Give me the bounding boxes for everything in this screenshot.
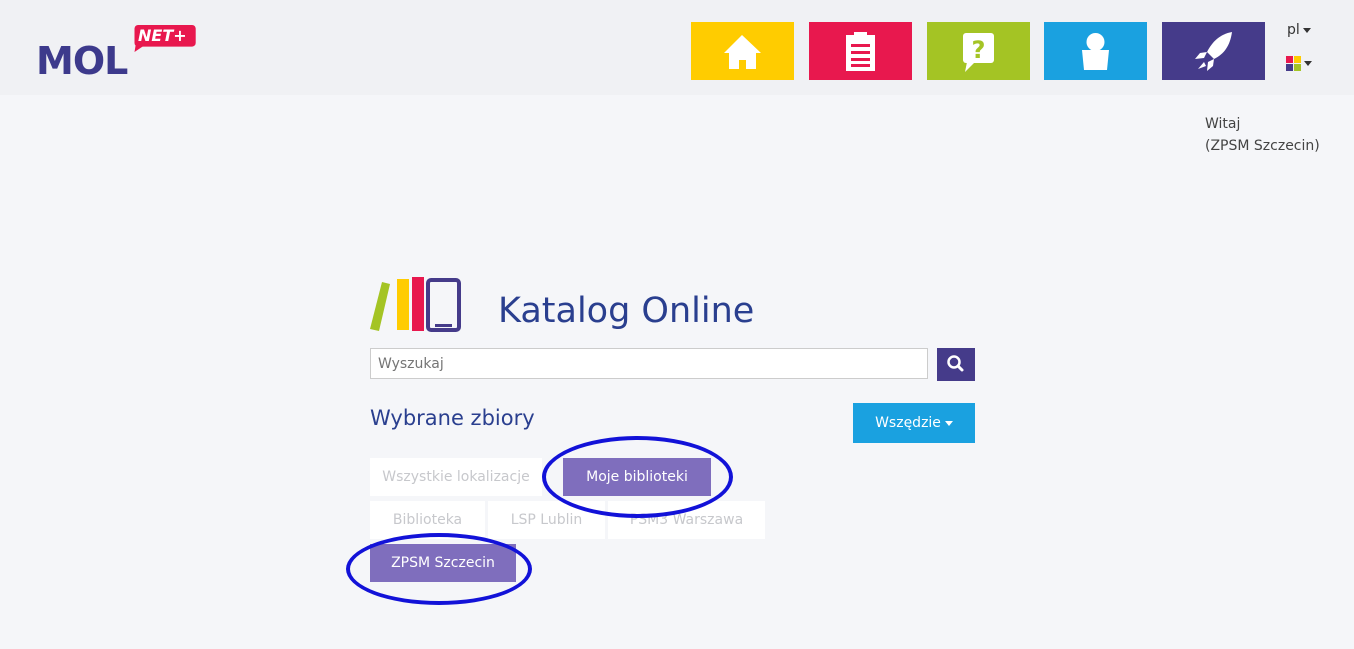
color-grid-icon — [1286, 56, 1301, 71]
theme-selector[interactable] — [1286, 55, 1316, 73]
chevron-down-icon — [1304, 61, 1312, 66]
svg-text:?: ? — [972, 36, 986, 64]
language-selector[interactable]: pl — [1287, 22, 1311, 38]
home-icon — [724, 35, 761, 69]
chip-lsp-lublin[interactable]: LSP Lublin — [488, 501, 605, 539]
chip-zpsm-szczecin[interactable]: ZPSM Szczecin — [370, 544, 516, 582]
logo-badge-text: NET+ — [138, 26, 187, 45]
nav-launch-button[interactable] — [1162, 22, 1265, 80]
rocket-icon — [1195, 32, 1232, 71]
chip-all-locations[interactable]: Wszystkie lokalizacje — [370, 458, 542, 496]
clipboard-icon — [846, 32, 875, 71]
nav-requests-button[interactable] — [809, 22, 912, 80]
search-icon — [947, 355, 964, 372]
question-icon: ? — [963, 33, 994, 72]
nav-home-button[interactable] — [691, 22, 794, 80]
collections-title: Wybrane zbiory — [370, 406, 535, 430]
nav-help-button[interactable]: ? — [927, 22, 1030, 80]
chip-biblioteka[interactable]: Biblioteka — [370, 501, 485, 539]
chip-psm3-warszawa[interactable]: PSM3 Warszawa — [608, 501, 765, 539]
mol-net-logo[interactable]: MOL NET+ — [34, 22, 204, 86]
catalog-title: Katalog Online — [498, 291, 755, 331]
chevron-down-icon — [1302, 27, 1311, 33]
search-button[interactable] — [937, 348, 975, 381]
scope-label: Wszędzie — [875, 415, 941, 431]
user-icon — [1082, 33, 1109, 70]
logo-text: MOL — [36, 39, 128, 83]
nav-account-button[interactable] — [1044, 22, 1147, 80]
language-code: pl — [1287, 22, 1300, 38]
books-logo-icon — [370, 277, 461, 332]
chip-my-libraries[interactable]: Moje biblioteki — [563, 458, 711, 496]
scope-dropdown-button[interactable]: Wszędzie — [853, 403, 975, 443]
user-greeting: Witaj (ZPSM Szczecin) — [1205, 113, 1320, 157]
search-input[interactable] — [370, 348, 928, 379]
chevron-down-icon — [944, 420, 953, 426]
user-name[interactable]: (ZPSM Szczecin) — [1205, 135, 1320, 157]
greeting-text: Witaj — [1205, 116, 1241, 132]
